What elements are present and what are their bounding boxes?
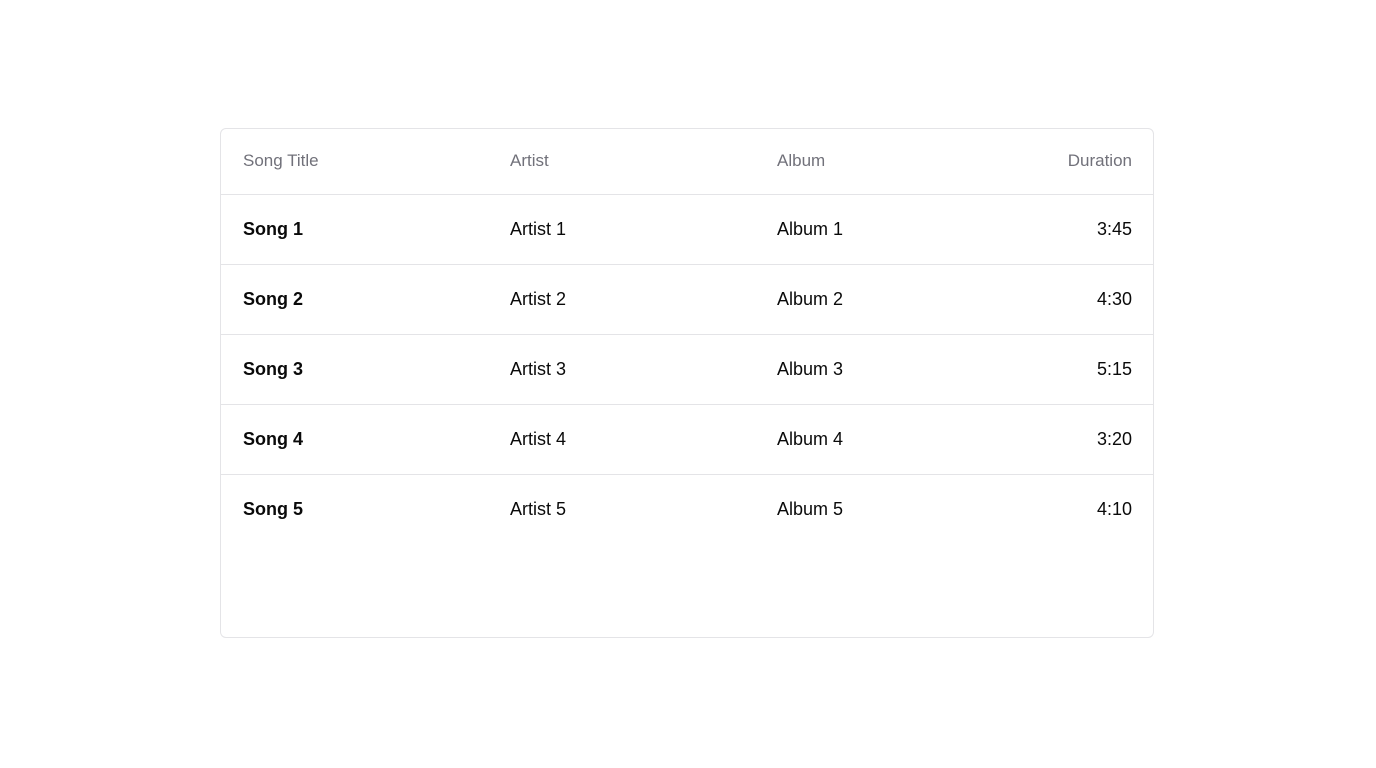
songs-table: Song Title Artist Album Duration Song 1 … <box>221 129 1153 544</box>
header-row: Song Title Artist Album Duration <box>221 129 1153 194</box>
table-body: Song 1 Artist 1 Album 1 3:45 Song 2 Arti… <box>221 194 1153 544</box>
cell-album: Album 3 <box>777 358 844 379</box>
cell-duration: 4:10 <box>1096 498 1132 519</box>
table-row[interactable]: Song 3 Artist 3 Album 3 5:15 <box>221 334 1153 404</box>
cell-duration: 3:20 <box>1096 428 1132 449</box>
cell-song-title: Song 4 <box>243 428 304 449</box>
column-header-album: Album <box>777 151 826 171</box>
cell-song-title: Song 5 <box>243 498 304 519</box>
column-header-song-title: Song Title <box>243 151 319 171</box>
cell-artist: Artist 1 <box>510 218 567 239</box>
cell-song-title: Song 2 <box>243 288 304 309</box>
cell-artist: Artist 5 <box>510 498 567 519</box>
table-header: Song Title Artist Album Duration <box>221 129 1153 194</box>
cell-song-title: Song 1 <box>243 218 304 239</box>
songs-table-card: Song Title Artist Album Duration Song 1 … <box>220 128 1154 638</box>
cell-album: Album 5 <box>777 498 844 519</box>
column-header-duration: Duration <box>1067 151 1132 171</box>
cell-duration: 5:15 <box>1096 358 1132 379</box>
table-row[interactable]: Song 1 Artist 1 Album 1 3:45 <box>221 194 1153 264</box>
cell-song-title: Song 3 <box>243 358 304 379</box>
cell-artist: Artist 4 <box>510 428 567 449</box>
cell-album: Album 4 <box>777 428 844 449</box>
column-header-artist: Artist <box>510 151 549 171</box>
table-row[interactable]: Song 2 Artist 2 Album 2 4:30 <box>221 264 1153 334</box>
cell-duration: 3:45 <box>1096 218 1132 239</box>
table-row[interactable]: Song 4 Artist 4 Album 4 3:20 <box>221 404 1153 474</box>
cell-artist: Artist 2 <box>510 288 567 309</box>
cell-artist: Artist 3 <box>510 358 567 379</box>
table-row[interactable]: Song 5 Artist 5 Album 5 4:10 <box>221 474 1153 544</box>
cell-album: Album 1 <box>777 218 844 239</box>
cell-album: Album 2 <box>777 288 844 309</box>
cell-duration: 4:30 <box>1096 288 1132 309</box>
